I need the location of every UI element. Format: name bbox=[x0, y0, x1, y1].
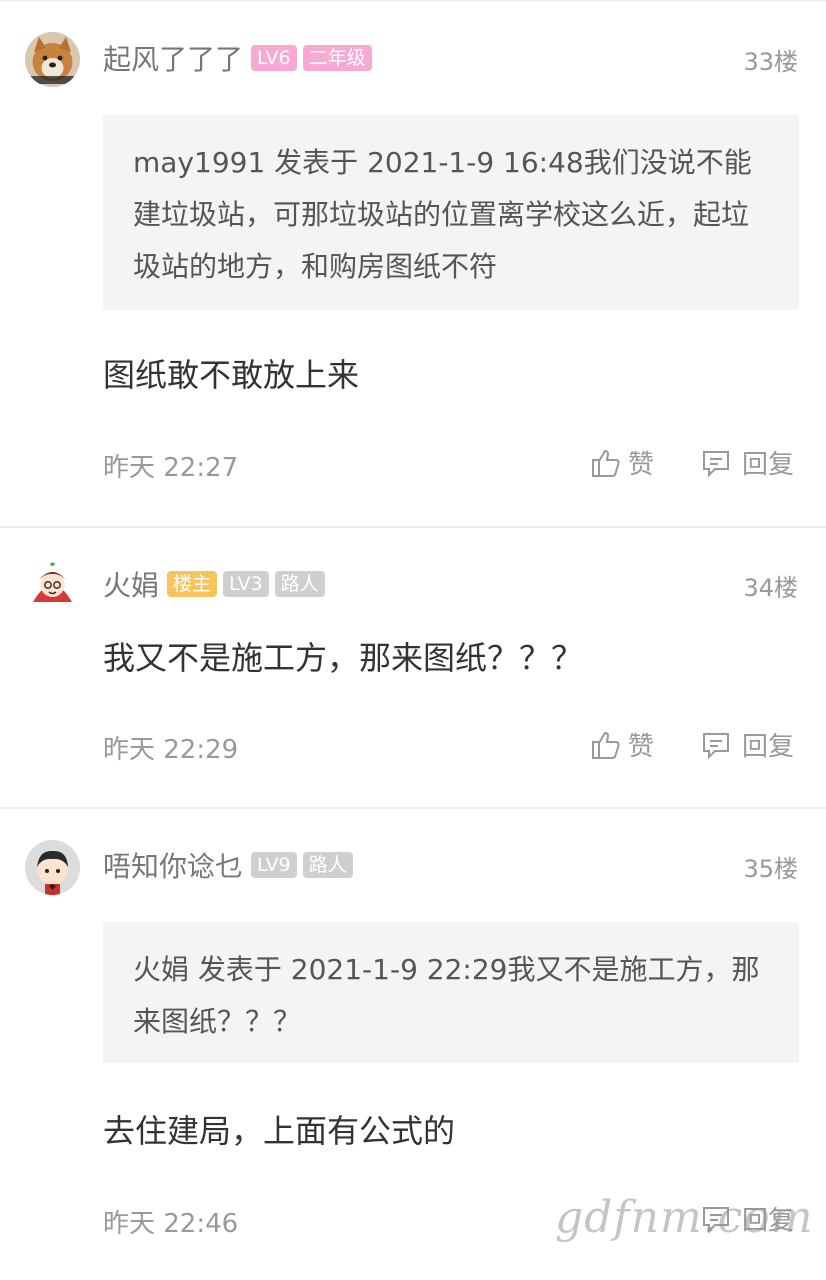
avatar-dog[interactable] bbox=[25, 32, 80, 87]
rank-badge: 路人 bbox=[302, 852, 353, 878]
comment-icon bbox=[700, 729, 732, 761]
site-watermark: gdfnm.com bbox=[555, 1192, 814, 1243]
floor-number: 35楼 bbox=[743, 855, 798, 883]
thumbs-up-icon bbox=[590, 447, 622, 479]
level-badge: LV3 bbox=[223, 571, 269, 597]
post-content: 图纸敢不敢放上来 bbox=[103, 356, 360, 394]
top-divider bbox=[0, 0, 826, 2]
floor-number: 34楼 bbox=[743, 574, 798, 602]
like-button[interactable]: 赞 bbox=[590, 726, 654, 763]
post-time: 昨天 22:29 bbox=[103, 735, 239, 765]
author-row: 唔知你谂乜 LV9 路人 bbox=[103, 845, 353, 885]
quote-block: may1991 发表于 2021-1-9 16:48我们没说不能建垃圾站，可那垃… bbox=[103, 115, 799, 310]
author-name[interactable]: 火娟 bbox=[103, 564, 159, 604]
thumbs-up-icon bbox=[590, 729, 622, 761]
author-row: 火娟 楼主 LV3 路人 bbox=[103, 564, 325, 604]
op-badge: 楼主 bbox=[167, 571, 218, 597]
post-content: 去住建局，上面有公式的 bbox=[103, 1112, 456, 1150]
level-badge: LV9 bbox=[251, 852, 297, 878]
reply-button[interactable]: 回复 bbox=[700, 726, 794, 763]
post-content: 我又不是施工方，那来图纸？？？ bbox=[103, 639, 584, 677]
author-name[interactable]: 起风了了了 bbox=[103, 38, 243, 78]
floor-number: 33楼 bbox=[743, 48, 798, 76]
level-badge: LV6 bbox=[251, 45, 297, 71]
post-divider bbox=[0, 807, 826, 809]
reply-label: 回复 bbox=[742, 732, 795, 762]
author-row: 起风了了了 LV6 二年级 bbox=[103, 38, 372, 78]
avatar-character[interactable] bbox=[25, 558, 80, 613]
post-divider bbox=[0, 526, 826, 528]
like-label: 赞 bbox=[628, 450, 655, 480]
reply-button[interactable]: 回复 bbox=[700, 444, 794, 481]
post-time: 昨天 22:27 bbox=[103, 453, 239, 483]
author-name[interactable]: 唔知你谂乜 bbox=[103, 845, 243, 885]
comment-icon bbox=[700, 447, 732, 479]
like-label: 赞 bbox=[628, 732, 655, 762]
rank-badge: 路人 bbox=[274, 571, 325, 597]
quote-block: 火娟 发表于 2021-1-9 22:29我又不是施工方，那来图纸？？？ bbox=[103, 922, 799, 1063]
post-time: 昨天 22:46 bbox=[103, 1209, 239, 1239]
grade-badge: 二年级 bbox=[302, 45, 372, 71]
like-button[interactable]: 赞 bbox=[590, 444, 654, 481]
avatar-cartoon-boy[interactable] bbox=[25, 840, 80, 895]
reply-label: 回复 bbox=[742, 450, 795, 480]
